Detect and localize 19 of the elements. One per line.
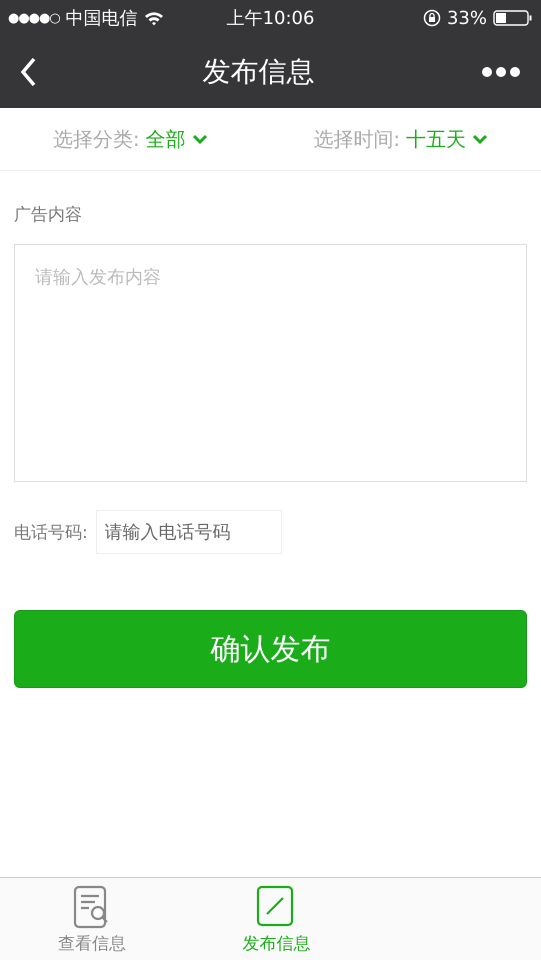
battery-icon — [493, 9, 533, 27]
chevron-down-icon — [192, 133, 208, 145]
rotation-lock-icon — [422, 9, 441, 27]
wifi-icon — [144, 10, 164, 26]
submit-button[interactable]: 确认发布 — [14, 610, 527, 688]
filter-dropdown[interactable]: 选择时间: 十五天 — [307, 124, 494, 154]
field-label: 电话号码: — [14, 522, 88, 544]
chevron-down-icon — [472, 133, 488, 145]
tab[interactable]: 查看信息 — [0, 878, 184, 960]
status-time: 上午10:06 — [226, 7, 314, 30]
battery-percent: 33% — [446, 8, 487, 28]
content-field[interactable]: 请输入发布内容 — [14, 244, 527, 482]
filter-dropdown[interactable]: 选择分类: 全部 — [46, 124, 214, 154]
carrier-name: 中国电信 — [66, 7, 138, 30]
signal-strength: ●●●●○ — [8, 10, 60, 26]
page-title: 发布信息 — [202, 54, 314, 90]
tab[interactable]: 发布信息 — [184, 878, 369, 960]
field-label: 广告内容 — [14, 204, 83, 226]
phone-field[interactable]: 请输入电话号码 — [96, 510, 282, 554]
